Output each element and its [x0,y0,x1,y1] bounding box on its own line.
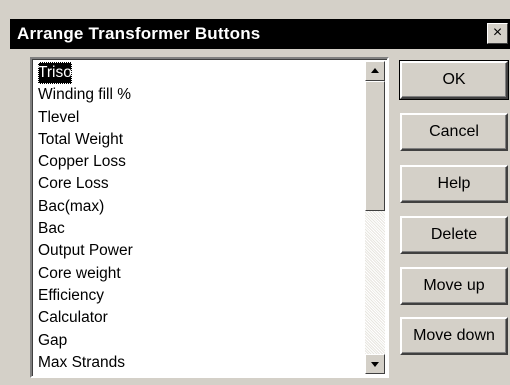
title-bar: Arrange Transformer Buttons × [10,19,510,49]
chevron-up-icon [371,68,379,73]
list-item[interactable]: Max Strands [35,352,369,374]
list-item-label: Triso [38,62,72,85]
close-button[interactable]: × [487,23,508,44]
close-icon: × [492,24,503,41]
transformer-buttons-listbox[interactable]: Triso Winding fill % Tlevel Total Weight… [30,57,389,378]
help-button[interactable]: Help [400,165,508,203]
arrange-transformer-buttons-dialog: Arrange Transformer Buttons × Triso Wind… [0,0,510,385]
list-item[interactable]: Gap [35,330,369,352]
list-item[interactable]: Bac(max) [35,196,369,218]
move-up-button[interactable]: Move up [400,267,508,305]
scroll-up-button[interactable] [365,61,385,81]
list-item[interactable]: Tlevel [35,107,369,129]
scroll-down-button[interactable] [365,354,385,374]
list-item[interactable]: Winding fill % [35,84,369,106]
list-item[interactable]: Core weight [35,263,369,285]
chevron-down-icon [371,362,379,367]
list-item-selected[interactable]: Triso [35,62,369,85]
list-item[interactable]: Bac [35,218,369,240]
list-item[interactable]: Copper Loss [35,151,369,173]
vertical-scrollbar[interactable] [365,61,385,374]
list-item[interactable]: Output Power [35,240,369,262]
dialog-body: Triso Winding fill % Tlevel Total Weight… [10,49,510,385]
ok-button[interactable]: OK [399,60,509,100]
list-item[interactable]: Calculator [35,307,369,329]
list-item[interactable]: Core Loss [35,173,369,195]
dialog-title: Arrange Transformer Buttons [17,24,261,43]
scrollbar-thumb[interactable] [365,81,385,211]
move-down-button[interactable]: Move down [400,317,508,355]
list-item[interactable]: Efficiency [35,285,369,307]
delete-button[interactable]: Delete [400,216,508,254]
list-item[interactable]: Total Weight [35,129,369,151]
list-items: Triso Winding fill % Tlevel Total Weight… [35,62,369,374]
cancel-button[interactable]: Cancel [400,113,508,151]
